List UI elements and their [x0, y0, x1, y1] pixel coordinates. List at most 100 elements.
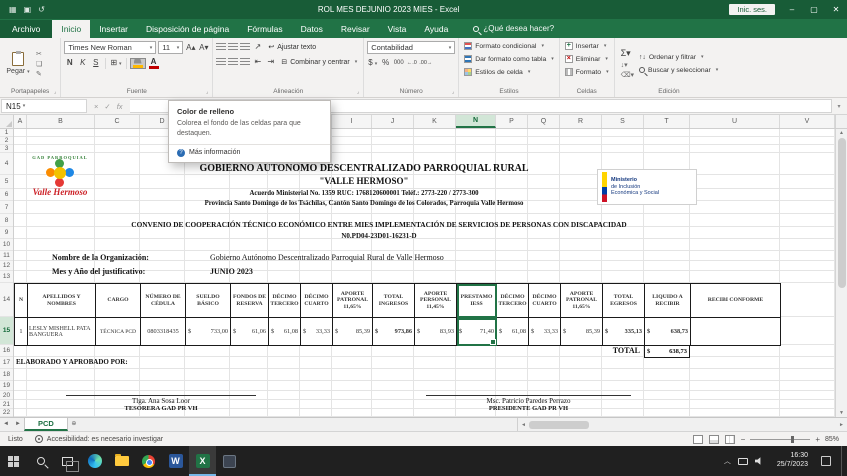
- insert-function-icon[interactable]: fx: [117, 102, 123, 111]
- row-header-4[interactable]: 4: [0, 153, 13, 175]
- italic-button[interactable]: K: [77, 57, 88, 69]
- payroll-header-I[interactable]: APORTE PATRONAL 11,65%: [333, 284, 373, 318]
- align-middle-icon[interactable]: [228, 43, 238, 51]
- total-value-cell[interactable]: $638,73: [644, 345, 690, 358]
- edge-taskbar-button[interactable]: [81, 446, 108, 476]
- word-taskbar-button[interactable]: W: [162, 446, 189, 476]
- cell-E15[interactable]: $733,00: [186, 318, 231, 346]
- ribbon-tab-ayuda[interactable]: Ayuda: [415, 20, 457, 38]
- conditional-formatting-button[interactable]: Formato condicional▾: [462, 40, 556, 52]
- cell-K15[interactable]: $83,93: [415, 318, 457, 346]
- fill-color-button[interactable]: [131, 59, 145, 68]
- name-box[interactable]: N15▾: [1, 99, 87, 113]
- number-format-combobox[interactable]: Contabilidad▾: [367, 41, 455, 54]
- font-name-combobox[interactable]: Times New Roman▾: [64, 41, 156, 54]
- row-header-11[interactable]: 11: [0, 251, 13, 261]
- payroll-header-R[interactable]: APORTE PATRONAL 11,65%: [561, 284, 603, 318]
- cell-styles-button[interactable]: Estilos de celda▾: [462, 66, 556, 78]
- taskbar-search-button[interactable]: [27, 446, 54, 476]
- payroll-header-E[interactable]: SUELDO BÁSICO: [186, 284, 231, 318]
- ribbon-tab-disposici-n-de-p-gina[interactable]: Disposición de página: [137, 20, 238, 38]
- orientation-icon[interactable]: ↗: [252, 41, 263, 53]
- align-center-icon[interactable]: [228, 58, 238, 66]
- volume-icon[interactable]: [755, 457, 764, 466]
- column-header-I[interactable]: I: [332, 115, 372, 128]
- fill-icon[interactable]: ↓▾: [621, 61, 634, 69]
- autosum-icon[interactable]: Σ▾: [621, 48, 634, 59]
- confirm-entry-icon[interactable]: ✓: [104, 102, 110, 111]
- cell-S15[interactable]: $335,13: [603, 318, 645, 346]
- align-top-icon[interactable]: [216, 43, 226, 51]
- font-color-button[interactable]: A: [147, 58, 161, 69]
- zoom-slider[interactable]: [750, 439, 810, 440]
- vertical-scroll-thumb[interactable]: [838, 138, 846, 288]
- paste-button[interactable]: Pegar▾: [3, 52, 33, 75]
- row-header-1[interactable]: 1: [0, 129, 13, 137]
- row-header-19[interactable]: 19: [0, 381, 13, 391]
- cell-B15[interactable]: LESLY MISHELL PATA BANGUERA: [28, 318, 96, 346]
- row-header-15[interactable]: 15: [0, 317, 13, 345]
- delete-cells-button[interactable]: ×Eliminar▾: [563, 53, 611, 65]
- column-header-P[interactable]: P: [496, 115, 528, 128]
- ribbon-tab-insertar[interactable]: Insertar: [90, 20, 137, 38]
- column-header-C[interactable]: C: [95, 115, 140, 128]
- payroll-header-J[interactable]: TOTAL INGRESOS: [373, 284, 415, 318]
- row-header-5[interactable]: 5: [0, 175, 13, 189]
- payroll-header-S[interactable]: TOTAL EGRESOS: [603, 284, 645, 318]
- sort-filter-button[interactable]: ↑↓Ordenar y filtrar▾: [637, 51, 720, 63]
- cell-T15[interactable]: $638,73: [645, 318, 691, 346]
- zoom-percent[interactable]: 85%: [825, 436, 839, 443]
- clipboard-dialog-launcher[interactable]: ⌟: [54, 89, 56, 95]
- sheet-nav-right-icon[interactable]: ►: [12, 418, 24, 431]
- column-header-N[interactable]: N: [456, 115, 496, 128]
- sign-in-button[interactable]: Inic. ses.: [729, 4, 775, 15]
- cell-F15[interactable]: $61,06: [231, 318, 269, 346]
- cell-Q15[interactable]: $33,33: [529, 318, 561, 346]
- tray-expand-icon[interactable]: ︿: [724, 456, 731, 466]
- cell-U15[interactable]: [691, 318, 781, 346]
- payroll-header-H[interactable]: DÉCIMO CUARTO: [301, 284, 333, 318]
- row-header-13[interactable]: 13: [0, 271, 13, 283]
- row-header-21[interactable]: 21: [0, 400, 13, 409]
- payroll-header-U[interactable]: RECIBI CONFORME: [691, 284, 781, 318]
- payroll-header-K[interactable]: APORTE PERSONAL 11,45%: [415, 284, 457, 318]
- new-sheet-icon[interactable]: ⊕: [68, 418, 80, 431]
- start-button[interactable]: [0, 446, 27, 476]
- column-header-S[interactable]: S: [602, 115, 644, 128]
- restore-button[interactable]: ▢: [803, 0, 825, 19]
- format-cells-button[interactable]: Formato▾: [563, 66, 611, 78]
- wrap-text-button[interactable]: ↩Ajustar texto: [265, 41, 319, 53]
- align-bottom-icon[interactable]: [240, 43, 250, 51]
- clear-icon[interactable]: ⌫▾: [621, 71, 634, 79]
- row-header-9[interactable]: 9: [0, 227, 13, 239]
- cell-G15[interactable]: $61,08: [269, 318, 301, 346]
- ribbon-tab-revisar[interactable]: Revisar: [332, 20, 379, 38]
- column-header-K[interactable]: K: [414, 115, 456, 128]
- column-header-Q[interactable]: Q: [528, 115, 560, 128]
- save-icon[interactable]: ▣: [24, 5, 32, 14]
- column-header-A[interactable]: A: [14, 115, 27, 128]
- row-header-14[interactable]: 14: [0, 283, 13, 317]
- cell-N15[interactable]: $71,40: [457, 318, 497, 346]
- page-break-view-icon[interactable]: [725, 435, 735, 444]
- excel-logo-icon[interactable]: ▦: [9, 5, 17, 14]
- column-header-U[interactable]: U: [690, 115, 780, 128]
- excel-taskbar-button[interactable]: X: [189, 446, 216, 476]
- bold-button[interactable]: N: [64, 57, 75, 69]
- taskbar-clock[interactable]: 16:30 25/7/2023: [771, 452, 814, 470]
- minimize-button[interactable]: –: [781, 0, 803, 19]
- insert-cells-button[interactable]: +Insertar▾: [563, 40, 611, 52]
- select-all-corner[interactable]: [0, 115, 14, 128]
- accessibility-status[interactable]: Accesibilidad: es necesario investigar: [35, 435, 163, 443]
- close-button[interactable]: ✕: [825, 0, 847, 19]
- find-select-button[interactable]: Buscar y seleccionar▾: [637, 64, 720, 76]
- format-as-table-button[interactable]: Dar formato como tabla▾: [462, 53, 556, 65]
- sheet-nav-left-icon[interactable]: ◄: [0, 418, 12, 431]
- zoom-in-icon[interactable]: +: [815, 435, 820, 444]
- row-header-18[interactable]: 18: [0, 369, 13, 381]
- app-taskbar-button[interactable]: [216, 446, 243, 476]
- alignment-dialog-launcher[interactable]: ⌟: [357, 89, 359, 95]
- borders-icon[interactable]: ⊞▾: [110, 57, 121, 69]
- payroll-header-C[interactable]: CARGO: [96, 284, 141, 318]
- display-tray-icon[interactable]: [738, 458, 748, 465]
